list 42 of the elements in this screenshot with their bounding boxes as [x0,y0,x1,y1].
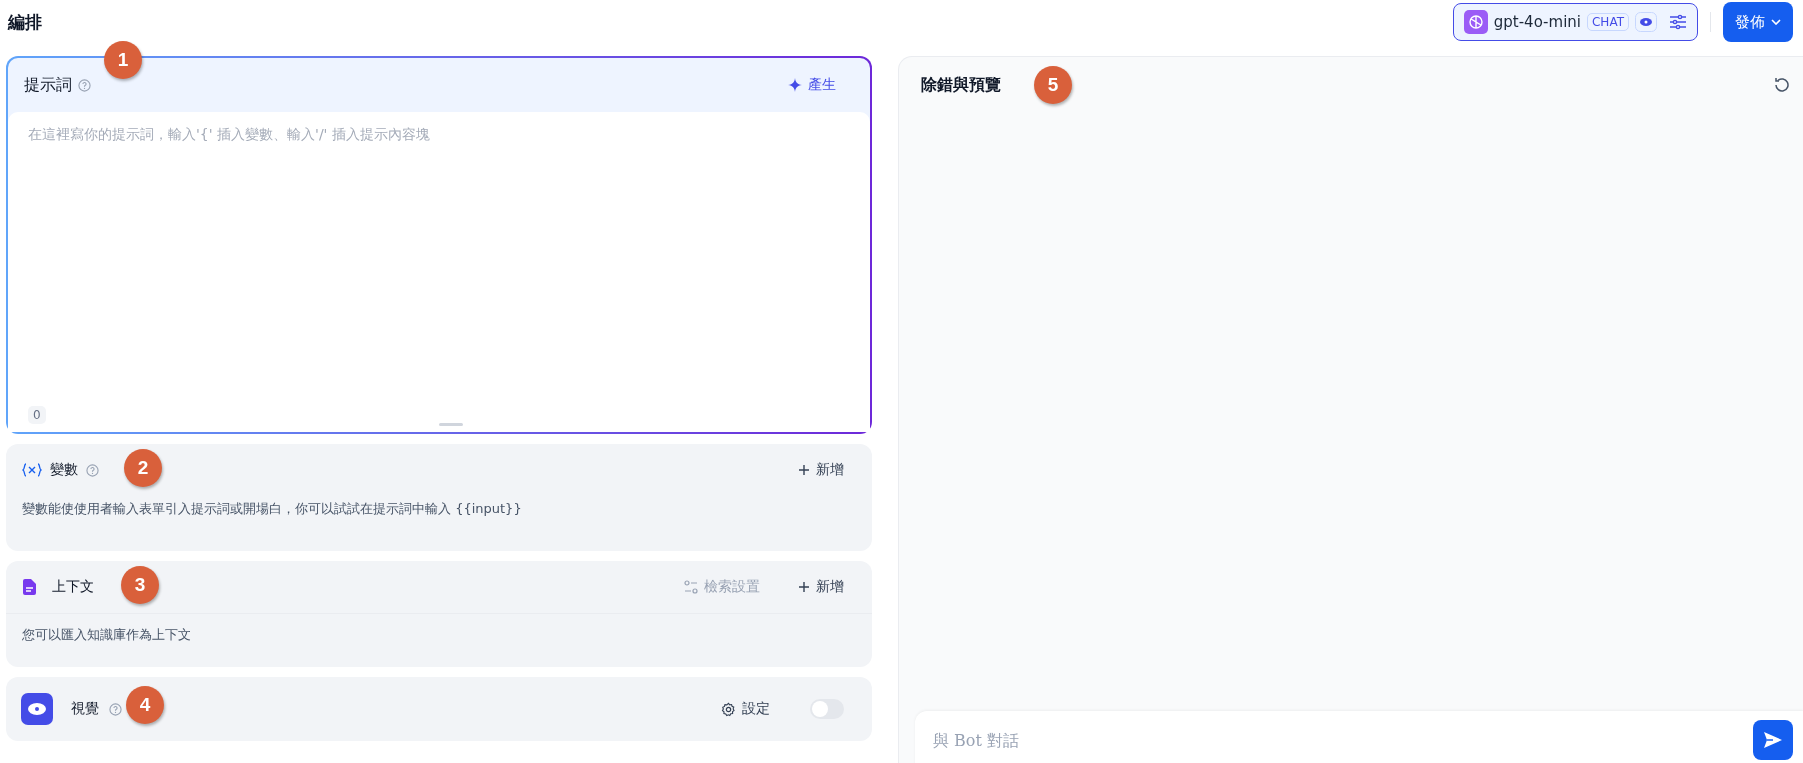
page-title: 編排 [8,10,42,34]
context-description: 您可以匯入知識庫作為上下文 [6,613,872,667]
variable-icon [22,463,42,477]
number-marker: 3 [121,566,159,604]
publish-button[interactable]: 發佈 [1723,2,1793,42]
sliders-icon[interactable] [1669,14,1687,30]
help-icon[interactable] [86,463,99,477]
number-marker: 5 [1034,66,1072,104]
vision-title: 視覺 [71,700,99,718]
variables-description: 變數能使使用者輸入表單引入提示詞或開場白，你可以試試在提示詞中輸入 {{input}} [21,500,523,518]
help-icon[interactable] [109,702,122,716]
model-name: gpt-4o-mini [1493,13,1581,31]
resize-handle[interactable] [439,423,463,426]
number-marker: 1 [104,41,142,79]
add-button[interactable]: 新增 [798,578,844,596]
refresh-icon[interactable] [1773,76,1791,94]
plus-icon [798,581,810,593]
sparkle-icon [788,78,802,92]
chevron-down-icon [1771,19,1781,25]
plus-icon [798,464,810,476]
prompt-title: 提示詞 [24,74,72,96]
context-title: 上下文 [52,578,94,596]
mode-tag: CHAT [1587,13,1629,31]
help-icon[interactable] [78,78,91,92]
model-selector[interactable]: gpt-4o-mini CHAT [1452,3,1698,41]
chat-input[interactable]: 與 Bot 對話 [931,729,1753,751]
number-marker: 2 [124,449,162,487]
settings-button[interactable]: 設定 [721,700,770,718]
vision-toggle[interactable] [810,699,844,719]
model-logo-icon [1463,10,1488,34]
chat-field[interactable]: 與 Bot 對話 [915,711,1803,763]
send-icon [1763,731,1783,749]
eye-icon [21,693,53,725]
number-marker: 4 [126,686,164,724]
debug-title: 除錯與預覽 [921,74,1001,96]
eye-icon [1635,12,1657,32]
character-count: 0 [28,406,46,424]
document-icon [22,578,38,596]
send-button[interactable] [1753,720,1793,760]
add-button[interactable]: 新增 [798,461,844,479]
variables-title: 變數 [50,461,78,479]
generate-button[interactable]: 產生 [782,75,842,95]
